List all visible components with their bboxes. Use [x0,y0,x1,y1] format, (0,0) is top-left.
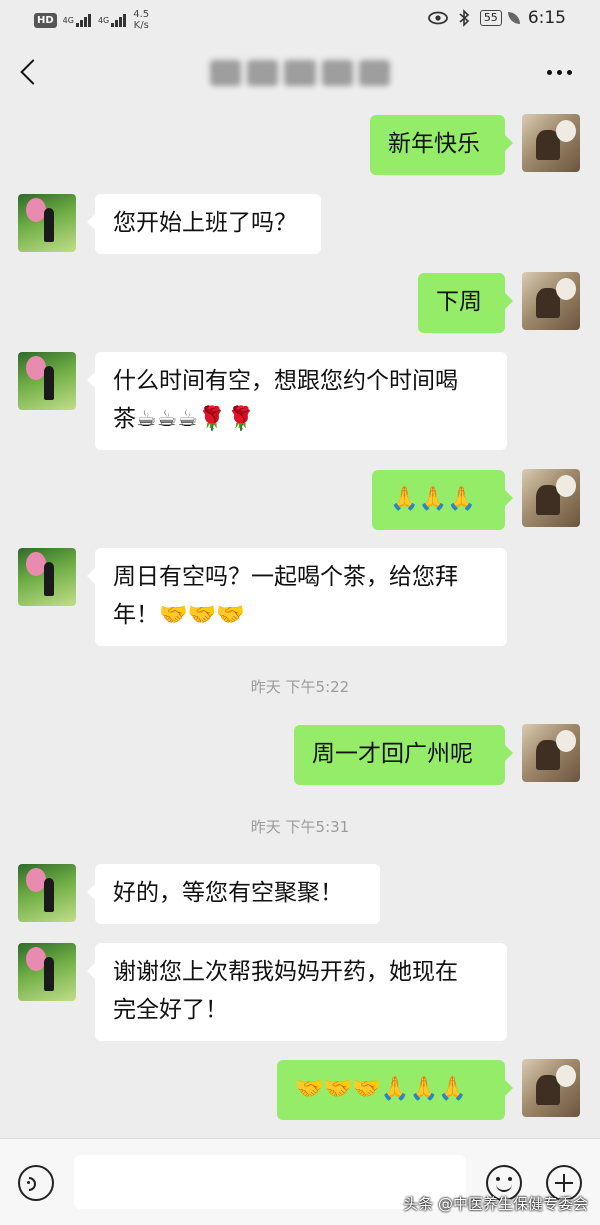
message-bubble-self[interactable]: 🤝🤝🤝🙏🙏🙏 [277,1060,513,1120]
status-left: HD 4G 4G 4.5 K/s [34,9,149,31]
contact-avatar[interactable] [18,194,76,252]
contact-avatar[interactable] [18,943,76,1001]
more-button[interactable] [547,70,572,75]
self-avatar[interactable] [522,272,580,330]
leaf-icon [507,12,520,24]
message-bubble-self[interactable]: 🙏🙏🙏 [372,470,513,530]
message-bubble-contact[interactable]: 什么时间有空，想跟您约个时间喝 茶☕☕☕🌹🌹 [87,352,507,450]
contact-avatar[interactable] [18,864,76,922]
voice-button[interactable] [18,1165,54,1201]
signal-bars-icon-2 [111,13,127,27]
eye-icon [427,11,448,25]
message-bubble-contact[interactable]: 好的，等您有空聚聚！ [87,864,380,924]
message-timestamp: 昨天 下午5:31 [250,818,350,836]
network-speed: 4.5 K/s [133,9,149,31]
self-avatar[interactable] [522,469,580,527]
bluetooth-icon [458,9,470,27]
chat-header [0,38,600,110]
watermark: 头条 @中医养生保健专委会 [403,1195,588,1213]
message-bubble-contact[interactable]: 周日有空吗？一起喝个茶，给您拜 年！🤝🤝🤝 [87,548,507,646]
back-button[interactable] [16,58,44,88]
chat-title-redacted [210,60,391,86]
self-avatar[interactable] [522,1059,580,1117]
network-speed-unit: K/s [133,20,149,31]
signal-bars-icon [75,13,92,27]
more-dots-icon [547,70,552,75]
status-bar: HD 4G 4G 4.5 K/s 55 6:15 [0,0,600,38]
status-right: 55 6:15 [427,8,566,28]
message-timestamp: 昨天 下午5:22 [250,678,350,696]
self-avatar[interactable] [522,724,580,782]
contact-avatar[interactable] [18,548,76,606]
message-bubble-self[interactable]: 新年快乐 [370,115,513,175]
hd-badge: HD [34,12,57,28]
contact-avatar[interactable] [18,352,76,410]
message-bubble-self[interactable]: 下周 [418,273,513,333]
message-bubble-self[interactable]: 周一才回广州呢 [294,725,513,785]
message-bubble-contact[interactable]: 您开始上班了吗？ [87,194,321,254]
network-speed-value: 4.5 [133,9,150,20]
network-label-1: 4G [62,15,74,25]
network-label-2: 4G [97,15,110,25]
self-avatar[interactable] [522,114,580,172]
battery-icon: 55 [479,10,502,26]
clock: 6:15 [527,8,566,28]
message-bubble-contact[interactable]: 谢谢您上次帮我妈妈开药，她现在 完全好了！ [87,943,507,1041]
